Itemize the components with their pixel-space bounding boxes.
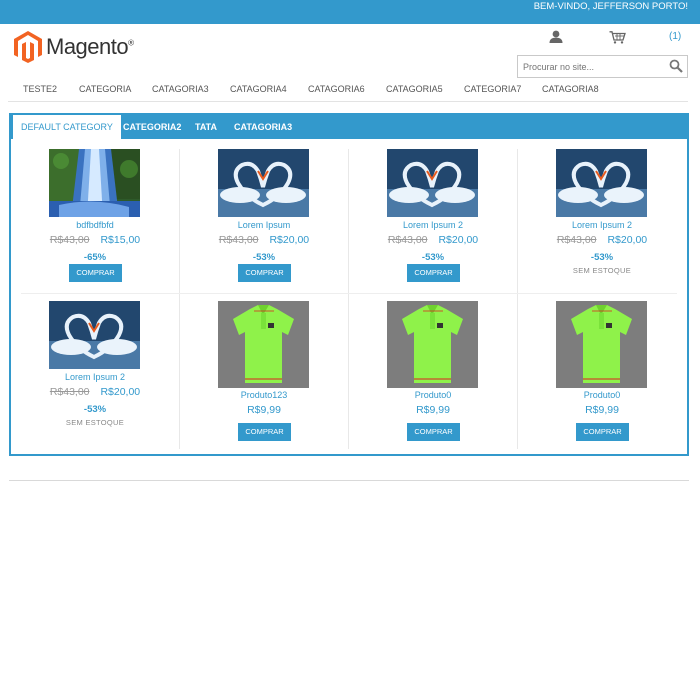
product-name[interactable]: Produto123 [180, 390, 348, 400]
special-price: R$20,00 [100, 386, 141, 398]
product-image-swans[interactable] [556, 149, 647, 217]
product-name[interactable]: Lorem Ipsum 2 [349, 220, 517, 230]
top-bar: BEM-VINDO, JEFFERSON PORTO! [0, 0, 700, 24]
old-price: R$43,00 [49, 386, 90, 398]
buy-button[interactable]: COMPRAR [238, 423, 291, 441]
tab-categoria2[interactable]: CATEGORIA2 [123, 115, 181, 139]
product-item: Lorem Ipsum 2 R$43,00 R$20,00 -53% SEM E… [518, 149, 686, 301]
out-of-stock-label: SEM ESTOQUE [572, 266, 632, 275]
product-image-polo-shirt[interactable] [556, 301, 647, 388]
footer-divider [9, 480, 689, 481]
product-item: Lorem Ipsum R$43,00 R$20,00 -53% COMPRAR [180, 149, 348, 301]
out-of-stock-label: SEM ESTOQUE [65, 418, 125, 427]
nav-divider [8, 101, 688, 102]
regular-price: R$9,99 [416, 404, 450, 416]
product-item: bdfbdfbfd R$43,00 R$15,00 -65% COMPRAR [11, 149, 179, 301]
product-prices: R$43,00 R$20,00 [349, 234, 517, 246]
nav-item-catagoria5[interactable]: CATAGORIA5 [386, 84, 443, 94]
nav-item-categoria[interactable]: CATEGORIA [79, 84, 131, 94]
product-name[interactable]: Lorem Ipsum 2 [518, 220, 686, 230]
product-image-polo-shirt[interactable] [387, 301, 478, 388]
product-image-swans[interactable] [218, 149, 309, 217]
special-price: R$15,00 [100, 234, 141, 246]
welcome-message: BEM-VINDO, JEFFERSON PORTO! [533, 1, 688, 12]
tab-tata[interactable]: TATA [195, 115, 217, 139]
discount-badge: -53% [252, 252, 276, 263]
product-item: Produto0 R$9,99 COMPRAR [518, 301, 686, 453]
old-price: R$43,00 [556, 234, 597, 246]
tab-default-category[interactable]: DEFAULT CATEGORY [13, 115, 121, 139]
category-tabs: DEFAULT CATEGORY CATEGORIA2 TATA CATAGOR… [11, 115, 687, 139]
product-image-swans[interactable] [49, 301, 140, 369]
buy-button[interactable]: COMPRAR [576, 423, 629, 441]
product-prices: R$43,00 R$20,00 [518, 234, 686, 246]
nav-item-catagoria8[interactable]: CATAGORIA8 [542, 84, 599, 94]
user-account-icon[interactable] [549, 30, 563, 48]
product-prices: R$9,99 [349, 404, 517, 416]
category-products-panel: DEFAULT CATEGORY CATEGORIA2 TATA CATAGOR… [9, 113, 689, 456]
special-price: R$20,00 [607, 234, 648, 246]
special-price: R$20,00 [438, 234, 479, 246]
special-price: R$20,00 [269, 234, 310, 246]
nav-item-categoria7[interactable]: CATEGORIA7 [464, 84, 521, 94]
buy-button[interactable]: COMPRAR [69, 264, 122, 282]
discount-badge: -53% [421, 252, 445, 263]
magento-logo-icon [14, 31, 42, 63]
nav-item-catagoria4[interactable]: CATAGORIA4 [230, 84, 287, 94]
discount-badge: -65% [83, 252, 107, 263]
main-navigation: TESTE2 CATEGORIA CATAGORIA3 CATAGORIA4 C… [0, 84, 700, 100]
old-price: R$43,00 [218, 234, 259, 246]
old-price: R$43,00 [49, 234, 90, 246]
product-name[interactable]: bdfbdfbfd [11, 220, 179, 230]
buy-button[interactable]: COMPRAR [407, 423, 460, 441]
product-prices: R$43,00 R$20,00 [11, 386, 179, 398]
product-item: Lorem Ipsum 2 R$43,00 R$20,00 -53% SEM E… [11, 301, 179, 453]
magento-logo[interactable]: Magento® [14, 31, 134, 63]
product-item: Lorem Ipsum 2 R$43,00 R$20,00 -53% COMPR… [349, 149, 517, 301]
nav-item-catagoria6[interactable]: CATAGORIA6 [308, 84, 365, 94]
nav-item-teste2[interactable]: TESTE2 [23, 84, 57, 94]
product-item: Produto123 R$9,99 COMPRAR [180, 301, 348, 453]
buy-button[interactable]: COMPRAR [238, 264, 291, 282]
regular-price: R$9,99 [247, 404, 281, 416]
product-image-swans[interactable] [387, 149, 478, 217]
product-name[interactable]: Lorem Ipsum [180, 220, 348, 230]
search-box [517, 55, 688, 78]
product-prices: R$9,99 [180, 404, 348, 416]
cart-count[interactable]: (1) [669, 31, 681, 42]
discount-badge: -53% [83, 404, 107, 415]
product-prices: R$43,00 R$20,00 [180, 234, 348, 246]
product-name[interactable]: Produto0 [349, 390, 517, 400]
cart-icon[interactable] [609, 31, 626, 49]
old-price: R$43,00 [387, 234, 428, 246]
regular-price: R$9,99 [585, 404, 619, 416]
search-icon[interactable] [669, 59, 683, 73]
product-image-polo-shirt[interactable] [218, 301, 309, 388]
product-image-waterfall[interactable] [49, 149, 140, 217]
search-input[interactable] [518, 56, 663, 77]
product-item: Produto0 R$9,99 COMPRAR [349, 301, 517, 453]
product-name[interactable]: Lorem Ipsum 2 [11, 372, 179, 382]
product-name[interactable]: Produto0 [518, 390, 686, 400]
logo-text: Magento® [46, 34, 134, 59]
product-prices: R$43,00 R$15,00 [11, 234, 179, 246]
discount-badge: -53% [590, 252, 614, 263]
nav-item-catagoria3[interactable]: CATAGORIA3 [152, 84, 209, 94]
buy-button[interactable]: COMPRAR [407, 264, 460, 282]
tab-catagoria3[interactable]: CATAGORIA3 [234, 115, 292, 139]
product-prices: R$9,99 [518, 404, 686, 416]
